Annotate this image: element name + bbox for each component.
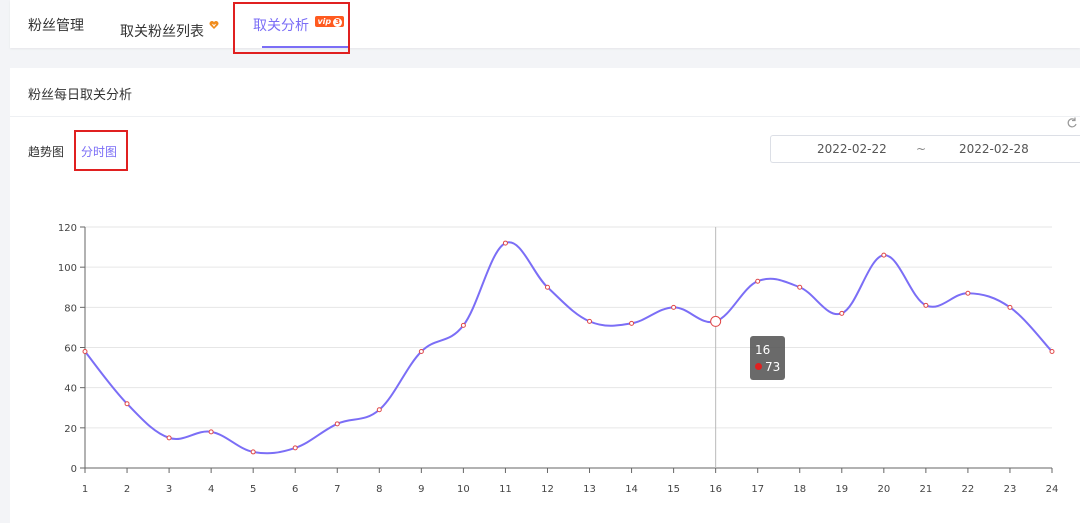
data-point bbox=[376, 407, 382, 413]
data-point bbox=[755, 278, 761, 284]
y-tick-label: 40 bbox=[64, 384, 77, 395]
chart-tooltip: 16 73 bbox=[750, 336, 785, 380]
data-point bbox=[334, 421, 340, 427]
data-point bbox=[1007, 304, 1013, 310]
data-point bbox=[124, 401, 130, 407]
x-tick-label: 8 bbox=[376, 484, 382, 495]
data-point bbox=[418, 349, 424, 355]
y-tick-label: 60 bbox=[64, 344, 77, 355]
x-tick-label: 6 bbox=[292, 484, 298, 495]
data-point bbox=[881, 252, 887, 258]
data-point bbox=[629, 320, 635, 326]
data-point bbox=[250, 449, 256, 455]
data-point bbox=[460, 322, 466, 328]
data-point bbox=[797, 284, 803, 290]
x-tick-label: 2 bbox=[124, 484, 130, 495]
x-tick-label: 24 bbox=[1046, 484, 1059, 495]
x-tick-label: 4 bbox=[208, 484, 214, 495]
tooltip-value: 73 bbox=[765, 360, 781, 374]
tooltip-x: 16 bbox=[755, 343, 771, 357]
y-tick-label: 0 bbox=[71, 464, 77, 475]
x-tick-label: 21 bbox=[920, 484, 933, 495]
y-tick-label: 120 bbox=[58, 223, 77, 234]
x-tick-label: 13 bbox=[583, 484, 596, 495]
data-point bbox=[587, 318, 593, 324]
data-point bbox=[166, 435, 172, 441]
x-tick-label: 16 bbox=[709, 484, 722, 495]
data-point bbox=[965, 290, 971, 296]
x-tick-label: 9 bbox=[418, 484, 424, 495]
x-tick-label: 1 bbox=[82, 484, 88, 495]
x-tick-label: 12 bbox=[541, 484, 554, 495]
x-tick-label: 23 bbox=[1004, 484, 1017, 495]
x-tick-label: 10 bbox=[457, 484, 470, 495]
data-point bbox=[82, 349, 88, 355]
data-point bbox=[544, 284, 550, 290]
y-tick-label: 20 bbox=[64, 424, 77, 435]
data-point bbox=[1049, 349, 1055, 355]
x-tick-label: 19 bbox=[835, 484, 848, 495]
y-tick-label: 80 bbox=[64, 303, 77, 314]
data-point bbox=[839, 310, 845, 316]
data-point bbox=[502, 240, 508, 246]
highlighted-point bbox=[710, 315, 722, 327]
x-tick-label: 17 bbox=[751, 484, 764, 495]
unfollow-hourly-chart: 0204060801001201 2 3 4 5 6 7 8 9 10 11 12 13 14 15 16 17… bbox=[58, 223, 1059, 495]
x-tick-label: 20 bbox=[877, 484, 890, 495]
x-tick-label: 5 bbox=[250, 484, 256, 495]
y-tick-label: 100 bbox=[58, 263, 77, 274]
x-tick-label: 3 bbox=[166, 484, 172, 495]
x-tick-label: 7 bbox=[334, 484, 340, 495]
x-tick-label: 22 bbox=[962, 484, 975, 495]
data-point bbox=[671, 304, 677, 310]
x-tick-label: 15 bbox=[667, 484, 680, 495]
x-tick-label: 18 bbox=[793, 484, 806, 495]
data-point bbox=[292, 445, 298, 451]
data-point bbox=[923, 302, 929, 308]
data-point bbox=[208, 429, 214, 435]
series-dot-icon bbox=[755, 363, 762, 370]
x-tick-label: 11 bbox=[499, 484, 512, 495]
x-tick-label: 14 bbox=[625, 484, 638, 495]
